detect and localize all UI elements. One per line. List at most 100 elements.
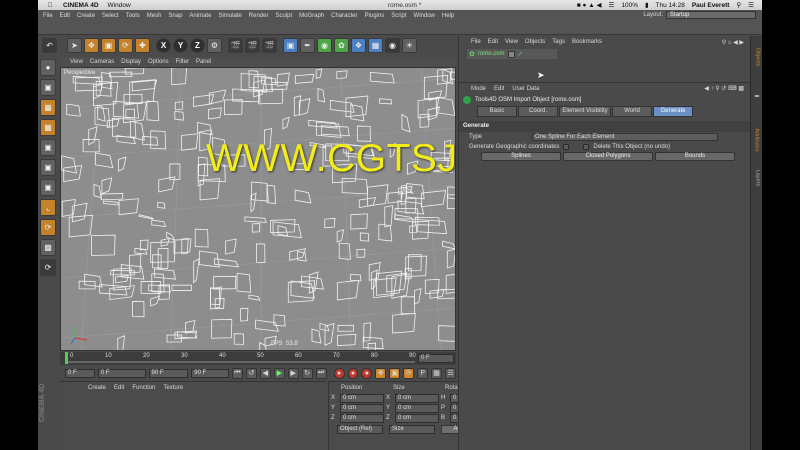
rotate-tool-icon[interactable]: ⟳ [118,37,133,53]
record-parameter-icon[interactable]: P [417,367,429,379]
go-to-start-icon[interactable]: ⏮ [232,367,243,379]
timeline[interactable]: 0 10 20 30 40 50 60 70 80 90 0 F [60,352,456,365]
spline-pen-icon[interactable]: ✒ [300,37,315,53]
viewport-menu-cameras[interactable]: Cameras [90,59,114,65]
light-icon[interactable]: ☀ [402,37,417,53]
position-z-field[interactable]: 0 cm [340,413,384,423]
material-menu-texture[interactable]: Texture [163,385,183,391]
record-scale-icon[interactable]: ▣ [389,367,401,379]
record-rotation-icon[interactable]: ⟳ [403,367,415,379]
next-frame-icon[interactable]: ▶ [287,367,299,379]
polygons-mode-icon[interactable]: ▣ [40,179,56,196]
viewport-menu-panel[interactable]: Panel [196,59,211,65]
menu-select[interactable]: Select [102,13,119,19]
position-x-field[interactable]: 0 cm [340,393,384,403]
battery-icon[interactable]: ▮ [645,1,649,9]
make-editable-icon[interactable]: ● [40,59,56,76]
tab-world[interactable]: World [612,106,652,117]
min-frame-field[interactable]: 0 F [97,368,146,378]
objects-menu-bookmarks[interactable]: Bookmarks [572,39,602,45]
attr-menu-edit[interactable]: Edit [494,86,504,92]
menu-sculpt[interactable]: Sculpt [275,13,292,19]
menu-plugins[interactable]: Plugins [365,13,385,19]
tweak-mode-icon[interactable]: ⟳ [40,219,56,236]
viewport-menu-options[interactable]: Options [148,59,169,65]
z-axis-lock-icon[interactable]: Z [190,37,205,53]
coordinate-system-icon[interactable]: ⚙ [207,37,222,53]
end-frame-field[interactable]: 90 F [191,368,230,378]
attr-menu-mode[interactable]: Mode [471,86,486,92]
next-key-icon[interactable]: ↻ [301,367,313,379]
menu-simulate[interactable]: Simulate [218,13,241,19]
size-mode-dropdown[interactable]: Size [389,425,435,434]
layout-dropdown[interactable]: Startup [666,11,756,19]
perspective-viewport[interactable]: Perspective FPS 53.8 [60,67,456,351]
select-arrow-icon[interactable]: ➤ [67,37,82,53]
play-icon[interactable]: ▶ [273,367,285,379]
current-frame-field[interactable]: 0 F [418,354,454,363]
notifications-icon[interactable]: ☰ [748,1,754,9]
bounds-button[interactable]: Bounds [655,152,735,161]
wifi-icon[interactable]: ☰ [609,1,615,9]
type-dropdown[interactable]: One Spline For Each Element [532,133,719,141]
objects-menu-edit[interactable]: Edit [488,39,498,45]
recent-tools-icon[interactable]: ✚ [135,37,150,53]
search-icon[interactable]: ⚲ ⌂ ◀ ▶ [722,39,744,46]
material-menu-function[interactable]: Function [132,385,155,391]
menu-mesh[interactable]: Mesh [147,13,162,19]
menu-animate[interactable]: Animate [189,13,211,19]
tab-element-visibility[interactable]: Element Visibility [559,106,611,117]
menu-window[interactable]: Window [414,13,435,19]
side-tab-layers[interactable]: Layers [751,166,762,190]
workplane-mode-icon[interactable]: ▦ [40,119,56,136]
attr-menu-user-data[interactable]: User Data [512,86,539,92]
tab-coord[interactable]: Coord. [518,106,558,117]
previous-key-icon[interactable]: ↺ [245,367,257,379]
subdivision-surface-icon[interactable]: ◉ [317,37,332,53]
deformer-icon[interactable]: ❖ [351,37,366,53]
snapping-icon[interactable]: ▩ [40,239,56,256]
record-position-icon[interactable]: ✥ [375,367,387,379]
array-generator-icon[interactable]: ✿ [334,37,349,53]
menu-character[interactable]: Character [331,13,357,19]
size-x-field[interactable]: 0 cm [395,393,439,403]
render-settings-icon[interactable]: 🎬 [262,37,277,53]
objects-menu-file[interactable]: File [471,39,481,45]
edges-mode-icon[interactable]: ▣ [40,159,56,176]
objects-menu-tags[interactable]: Tags [552,39,565,45]
timeline-cursor[interactable] [65,352,68,364]
enabled-check-icon[interactable]: ✓ [518,50,524,58]
workplane-lock-icon[interactable]: ⟳ [40,259,56,276]
size-z-field[interactable]: 0 cm [395,413,439,423]
viewport-menu-view[interactable]: View [70,59,83,65]
timeline-track[interactable] [65,361,415,363]
user-name[interactable]: Paul Everett [692,2,730,9]
menu-tools[interactable]: Tools [126,13,140,19]
tab-basic[interactable]: Basic [477,106,517,117]
viewport-menu-display[interactable]: Display [121,59,141,65]
window-menu[interactable]: Window [108,2,131,9]
closed-polygons-button[interactable]: Closed Polygons [563,152,653,161]
scale-tool-icon[interactable]: ▣ [101,37,116,53]
menu-mograph[interactable]: MoGraph [299,13,324,19]
menu-edit[interactable]: Edit [60,13,70,19]
menu-script[interactable]: Script [391,13,406,19]
material-menu-create[interactable]: Create [88,385,106,391]
size-y-field[interactable]: 0 cm [395,403,439,413]
objects-menu-objects[interactable]: Objects [525,39,545,45]
floor-scene-icon[interactable]: ▦ [368,37,383,53]
model-mode-icon[interactable]: ▣ [40,79,56,96]
geo-checkbox[interactable] [563,144,570,150]
objects-menu-view[interactable]: View [505,39,518,45]
attr-nav-icons[interactable]: ◀ ↑ ⚲ ↺ ⌨ ▩ [704,85,744,92]
visibility-dots-icon[interactable] [507,50,515,58]
texture-mode-icon[interactable]: ▦ [40,99,56,116]
side-tab-attributes[interactable]: Attributes [751,120,762,160]
clock[interactable]: Thu 14:28 [656,2,685,9]
move-tool-icon[interactable]: ✥ [84,37,99,53]
menu-help[interactable]: Help [442,13,454,19]
menu-create[interactable]: Create [77,13,95,19]
spotlight-icon[interactable]: ⚲ [736,1,741,9]
axis-mode-icon[interactable]: ⌞ [40,199,56,216]
start-frame-field[interactable]: 0 F [65,368,95,378]
